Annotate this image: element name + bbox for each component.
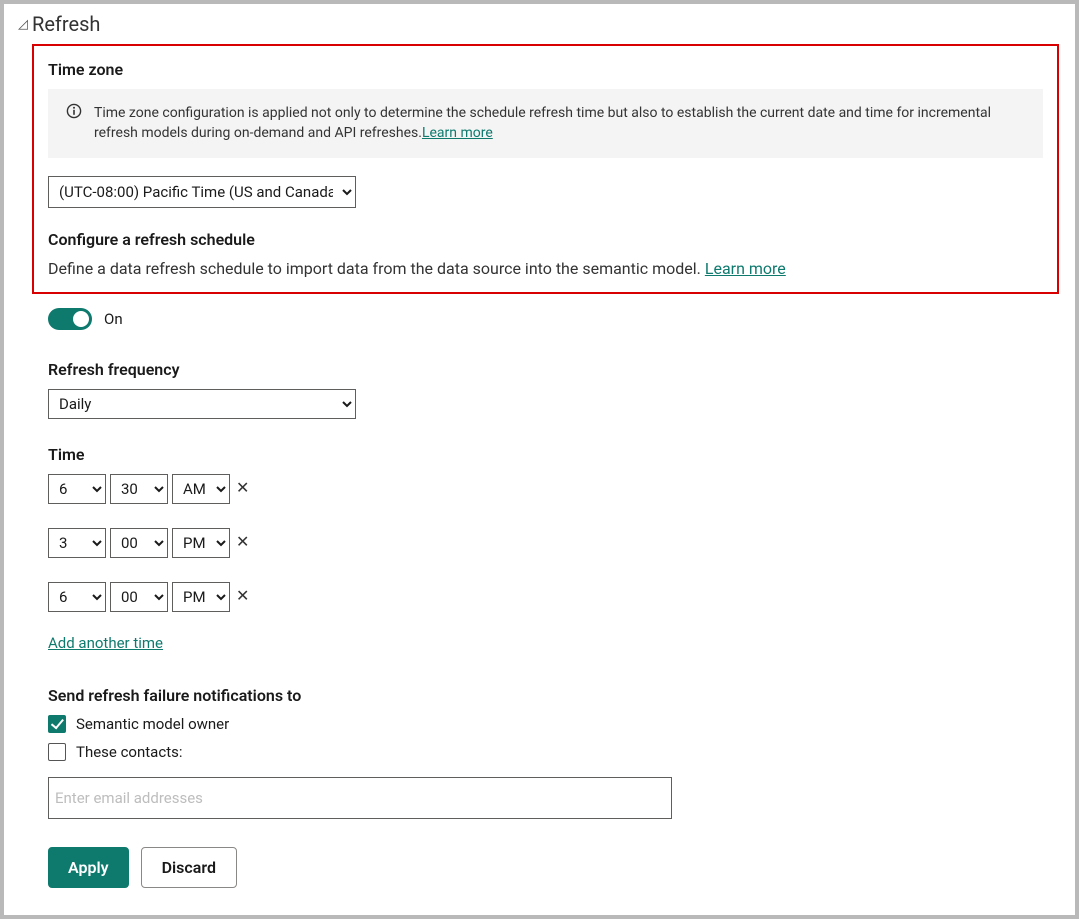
contacts-email-input[interactable] xyxy=(48,777,672,819)
time-label: Time xyxy=(48,445,1061,464)
toggle-state-label: On xyxy=(104,310,123,328)
collapse-caret-icon: ◿ xyxy=(18,17,28,32)
notifications-label: Send refresh failure notifications to xyxy=(48,686,1061,705)
schedule-toggle[interactable] xyxy=(48,308,92,330)
remove-time-button[interactable]: ✕ xyxy=(234,481,251,497)
section-title: Refresh xyxy=(32,12,100,36)
timezone-info-text: Time zone configuration is applied not o… xyxy=(94,103,1025,144)
time-minute-select[interactable]: 00 xyxy=(110,582,168,612)
schedule-description: Define a data refresh schedule to import… xyxy=(48,259,1043,278)
time-hour-select[interactable]: 6 xyxy=(48,582,106,612)
apply-button[interactable]: Apply xyxy=(48,847,129,888)
time-row-0: 6 30 AM ✕ xyxy=(48,474,1061,504)
contacts-checkbox-label: These contacts: xyxy=(76,743,182,761)
section-header[interactable]: ◿ Refresh xyxy=(18,12,1061,36)
time-row-2: 6 00 PM ✕ xyxy=(48,582,1061,612)
schedule-heading: Configure a refresh schedule xyxy=(48,230,1043,249)
owner-checkbox-label: Semantic model owner xyxy=(76,715,229,733)
contacts-checkbox[interactable] xyxy=(48,743,66,761)
refresh-settings-panel: ◿ Refresh Time zone Time zone configurat… xyxy=(0,0,1079,919)
time-ampm-select[interactable]: PM xyxy=(172,582,230,612)
timezone-learn-more-link[interactable]: Learn more xyxy=(422,125,493,141)
frequency-label: Refresh frequency xyxy=(48,360,1061,379)
timezone-select[interactable]: (UTC-08:00) Pacific Time (US and Canada) xyxy=(48,176,356,208)
time-hour-select[interactable]: 6 xyxy=(48,474,106,504)
time-row-1: 3 00 PM ✕ xyxy=(48,528,1061,558)
discard-button[interactable]: Discard xyxy=(141,847,237,888)
time-ampm-select[interactable]: AM xyxy=(172,474,230,504)
time-minute-select[interactable]: 30 xyxy=(110,474,168,504)
remove-time-button[interactable]: ✕ xyxy=(234,535,251,551)
schedule-learn-more-link[interactable]: Learn more xyxy=(705,259,786,278)
time-ampm-select[interactable]: PM xyxy=(172,528,230,558)
toggle-knob xyxy=(73,311,89,327)
timezone-info-banner: Time zone configuration is applied not o… xyxy=(48,89,1043,158)
info-icon xyxy=(66,103,82,119)
owner-checkbox[interactable] xyxy=(48,715,66,733)
settings-body: On Refresh frequency Daily Time 6 30 AM … xyxy=(48,308,1061,888)
highlighted-region: Time zone Time zone configuration is app… xyxy=(32,44,1059,294)
time-minute-select[interactable]: 00 xyxy=(110,528,168,558)
timezone-label: Time zone xyxy=(48,60,1043,79)
add-another-time-link[interactable]: Add another time xyxy=(48,634,163,652)
time-hour-select[interactable]: 3 xyxy=(48,528,106,558)
frequency-select[interactable]: Daily xyxy=(48,389,356,419)
remove-time-button[interactable]: ✕ xyxy=(234,589,251,605)
